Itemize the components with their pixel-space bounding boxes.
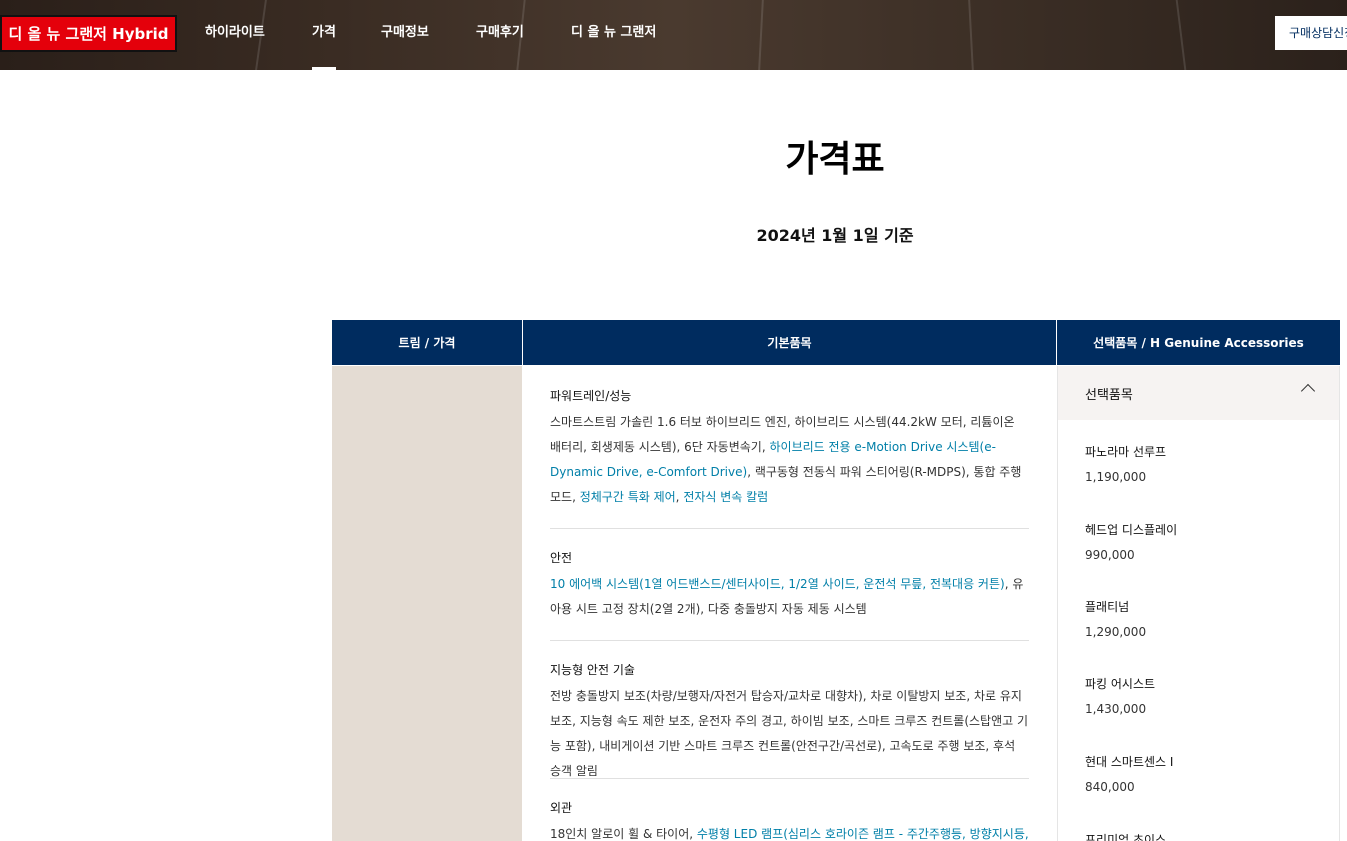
- option-name: 프리미엄 초이스: [1085, 833, 1167, 841]
- price-date: 2024년 1월 1일 기준: [756, 226, 914, 245]
- background-streak: [758, 0, 764, 70]
- option-price: 1,430,000: [1085, 702, 1147, 716]
- options-accordion-header[interactable]: 선택품목: [1058, 366, 1339, 420]
- nav-item-highlight[interactable]: 하이라이트: [205, 0, 265, 70]
- option-item: 파노라마 선루프 1,190,000: [1085, 442, 1315, 487]
- purchase-consult-button[interactable]: 구매상담신청: [1275, 16, 1347, 50]
- feature-link[interactable]: 정체구간 특화 제어: [580, 490, 676, 504]
- divider: [550, 778, 1029, 779]
- nav-item-purchase-info[interactable]: 구매정보: [381, 0, 429, 70]
- option-price: 840,000: [1085, 780, 1135, 794]
- page-title: 가격표: [785, 139, 885, 180]
- background-streak: [968, 0, 974, 70]
- option-item: 현대 스마트센스 I 840,000: [1085, 752, 1315, 797]
- option-item: 헤드업 디스플레이 990,000: [1085, 520, 1315, 565]
- option-price: 990,000: [1085, 548, 1135, 562]
- option-item: 파킹 어시스트 1,430,000: [1085, 674, 1315, 719]
- option-item: 프리미엄 초이스: [1085, 830, 1315, 841]
- nav-item-grandeur[interactable]: 디 올 뉴 그랜저: [571, 0, 656, 70]
- feature-body: 전방 충돌방지 보조(차량/보행자/자전거 탑승자/교차로 대향차), 차로 이…: [550, 684, 1029, 784]
- option-name: 파킹 어시스트: [1085, 677, 1156, 691]
- nav-item-price[interactable]: 가격: [312, 0, 336, 70]
- feature-body: 스마트스트림 가솔린 1.6 터보 하이브리드 엔진, 하이브리드 시스템(44…: [550, 410, 1029, 510]
- option-name: 플래티넘: [1085, 600, 1130, 614]
- chevron-up-icon[interactable]: [1300, 383, 1316, 399]
- divider: [550, 640, 1029, 641]
- feature-link[interactable]: 수평형 LED 램프(심리스 호라이즌 램프 - 주간주행등, 방향지시등,: [697, 827, 1029, 841]
- option-price: 1,190,000: [1085, 470, 1147, 484]
- basic-features-column: 파워트레인/성능 스마트스트림 가솔린 1.6 터보 하이브리드 엔진, 하이브…: [523, 366, 1056, 841]
- nav-item-reviews[interactable]: 구매후기: [476, 0, 524, 70]
- header-trim-price: 트림 / 가격: [332, 320, 522, 365]
- option-price: 1,290,000: [1085, 625, 1147, 639]
- feature-powertrain: 파워트레인/성능 스마트스트림 가솔린 1.6 터보 하이브리드 엔진, 하이브…: [550, 386, 1029, 510]
- feature-text: 전방 충돌방지 보조(차량/보행자/자전거 탑승자/교차로 대향차), 차로 이…: [550, 689, 1029, 778]
- option-name: 파노라마 선루프: [1085, 445, 1167, 459]
- options-column: 선택품목 파노라마 선루프 1,190,000 헤드업 디스플레이 990,00…: [1057, 366, 1340, 841]
- background-streak: [1175, 0, 1187, 70]
- feature-body: 10 에어백 시스템(1열 어드밴스드/센터사이드, 1/2열 사이드, 운전석…: [550, 572, 1029, 622]
- top-navigation-bar: 디 올 뉴 그랜저 Hybrid 하이라이트 가격 구매정보 구매후기 디 올 …: [0, 0, 1347, 70]
- option-name: 헤드업 디스플레이: [1085, 523, 1178, 537]
- brand-logo-link[interactable]: 디 올 뉴 그랜저 Hybrid: [0, 15, 177, 52]
- trim-column: [332, 366, 522, 841]
- option-name: 현대 스마트센스 I: [1085, 755, 1174, 769]
- feature-body: 18인치 알로이 휠 & 타이어, 수평형 LED 램프(심리스 호라이즌 램프…: [550, 822, 1029, 841]
- header-basic-items: 기본품목: [523, 320, 1056, 365]
- feature-title: 지능형 안전 기술: [550, 663, 635, 677]
- feature-link[interactable]: 10 에어백 시스템(1열 어드밴스드/센터사이드, 1/2열 사이드, 운전석…: [550, 577, 1005, 591]
- feature-exterior: 외관 18인치 알로이 휠 & 타이어, 수평형 LED 램프(심리스 호라이즌…: [550, 798, 1029, 841]
- header-option-items: 선택품목 / H Genuine Accessories: [1057, 320, 1340, 365]
- divider: [550, 528, 1029, 529]
- option-item: 플래티넘 1,290,000: [1085, 597, 1315, 642]
- feature-title: 파워트레인/성능: [550, 389, 632, 403]
- feature-link[interactable]: 전자식 변속 칼럼: [683, 490, 768, 504]
- feature-text: 18인치 알로이 휠 & 타이어,: [550, 827, 697, 841]
- feature-title: 외관: [550, 801, 573, 815]
- feature-safety: 안전 10 에어백 시스템(1열 어드밴스드/센터사이드, 1/2열 사이드, …: [550, 548, 1029, 622]
- feature-title: 안전: [550, 551, 573, 565]
- options-section-label: 선택품목: [1085, 388, 1133, 403]
- feature-driver-assist: 지능형 안전 기술 전방 충돌방지 보조(차량/보행자/자전거 탑승자/교차로 …: [550, 660, 1029, 784]
